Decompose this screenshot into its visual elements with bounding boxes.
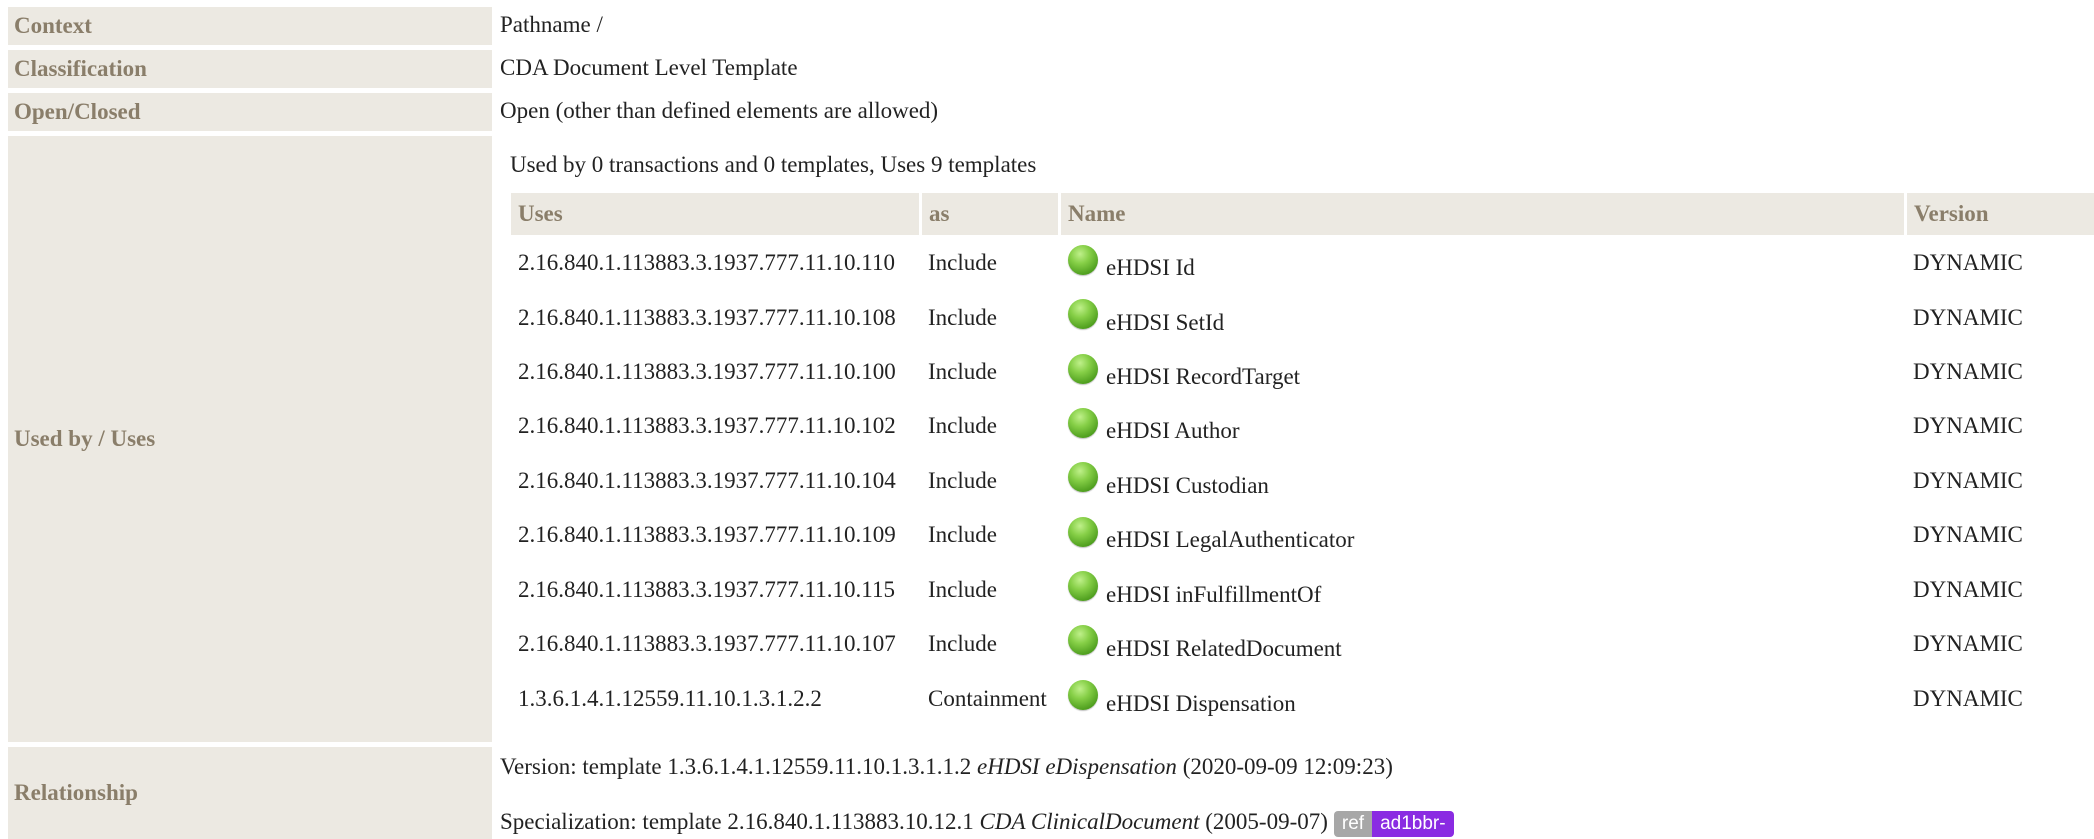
uses-id-link[interactable]: 2.16.840.1.113883.3.1937.777.11.10.110	[518, 250, 895, 276]
template-name-link[interactable]: eHDSI Custodian	[1106, 473, 1269, 499]
uses-id-link[interactable]: 2.16.840.1.113883.3.1937.777.11.10.115	[518, 577, 895, 603]
green-ball-icon	[1068, 299, 1098, 329]
uses-id-link[interactable]: 2.16.840.1.113883.3.1937.777.11.10.102	[518, 413, 896, 439]
specialization-template-name[interactable]: CDA ClinicalDocument	[980, 809, 1200, 834]
template-name-link[interactable]: eHDSI Id	[1106, 255, 1195, 281]
template-name-link[interactable]: eHDSI RecordTarget	[1106, 364, 1300, 390]
uses-as: Include	[928, 577, 997, 602]
version-template-name[interactable]: eHDSI eDispensation	[977, 754, 1177, 779]
uses-version: DYNAMIC	[1913, 631, 2023, 656]
uses-as: Include	[928, 631, 997, 656]
uses-as: Include	[928, 522, 997, 547]
header-as: as	[922, 193, 1058, 235]
uses-as: Include	[928, 305, 997, 330]
relationship-specialization: Specialization: template 2.16.840.1.1138…	[500, 809, 1454, 837]
relationship-version: Version: template 1.3.6.1.4.1.12559.11.1…	[500, 754, 1393, 780]
template-name-link[interactable]: eHDSI Dispensation	[1106, 691, 1296, 717]
template-name-link[interactable]: eHDSI Author	[1106, 418, 1240, 444]
uses-as: Include	[928, 250, 997, 275]
header-version: Version	[1907, 193, 2094, 235]
uses-version: DYNAMIC	[1913, 250, 2023, 275]
uses-id-link[interactable]: 2.16.840.1.113883.3.1937.777.11.10.104	[518, 468, 896, 494]
green-ball-icon	[1068, 245, 1098, 275]
uses-id-link[interactable]: 2.16.840.1.113883.3.1937.777.11.10.108	[518, 305, 896, 331]
uses-version: DYNAMIC	[1913, 577, 2023, 602]
uses-version: DYNAMIC	[1913, 522, 2023, 547]
uses-version: DYNAMIC	[1913, 305, 2023, 330]
template-name-link[interactable]: eHDSI inFulfillmentOf	[1106, 582, 1321, 608]
green-ball-icon	[1068, 354, 1098, 384]
green-ball-icon	[1068, 462, 1098, 492]
uses-id-link[interactable]: 2.16.840.1.113883.3.1937.777.11.10.109	[518, 522, 896, 548]
uses-id-link[interactable]: 1.3.6.1.4.1.12559.11.10.1.3.1.2.2	[518, 686, 822, 712]
row-label-used-by-uses: Used by / Uses	[8, 136, 492, 742]
uses-as: Include	[928, 468, 997, 493]
green-ball-icon	[1068, 625, 1098, 655]
row-label-classification: Classification	[8, 50, 492, 88]
green-ball-icon	[1068, 517, 1098, 547]
context-value: Pathname /	[500, 12, 603, 37]
uses-as: Containment	[928, 686, 1047, 711]
open-closed-value: Open (other than defined elements are al…	[500, 98, 939, 123]
uses-version: DYNAMIC	[1913, 359, 2023, 384]
template-name-link[interactable]: eHDSI LegalAuthenticator	[1106, 527, 1354, 553]
green-ball-icon	[1068, 408, 1098, 438]
green-ball-icon	[1068, 571, 1098, 601]
uses-version: DYNAMIC	[1913, 413, 2023, 438]
row-label-relationship: Relationship	[8, 747, 492, 839]
uses-version: DYNAMIC	[1913, 468, 2023, 493]
header-name: Name	[1061, 193, 1904, 235]
uses-as: Include	[928, 359, 997, 384]
header-uses: Uses	[511, 193, 919, 235]
version-prefix: Version: template 1.3.6.1.4.1.12559.11.1…	[500, 754, 972, 779]
row-label-open-closed: Open/Closed	[8, 93, 492, 131]
uses-version: DYNAMIC	[1913, 686, 2023, 711]
row-label-context: Context	[8, 7, 492, 45]
uses-as: Include	[928, 413, 997, 438]
used-by-summary: Used by 0 transactions and 0 templates, …	[510, 152, 1037, 177]
classification-value: CDA Document Level Template	[500, 55, 798, 80]
repository-badge[interactable]: ad1bbr-	[1372, 810, 1454, 837]
uses-id-link[interactable]: 2.16.840.1.113883.3.1937.777.11.10.107	[518, 631, 896, 657]
uses-id-link[interactable]: 2.16.840.1.113883.3.1937.777.11.10.100	[518, 359, 896, 385]
version-date: (2020-09-09 12:09:23)	[1182, 754, 1393, 779]
template-name-link[interactable]: eHDSI RelatedDocument	[1106, 636, 1342, 662]
template-name-link[interactable]: eHDSI SetId	[1106, 310, 1224, 336]
green-ball-icon	[1068, 680, 1098, 710]
ref-badge: ref	[1333, 810, 1373, 837]
specialization-prefix: Specialization: template 2.16.840.1.1138…	[500, 809, 974, 834]
specialization-date: (2005-09-07)	[1205, 809, 1328, 834]
